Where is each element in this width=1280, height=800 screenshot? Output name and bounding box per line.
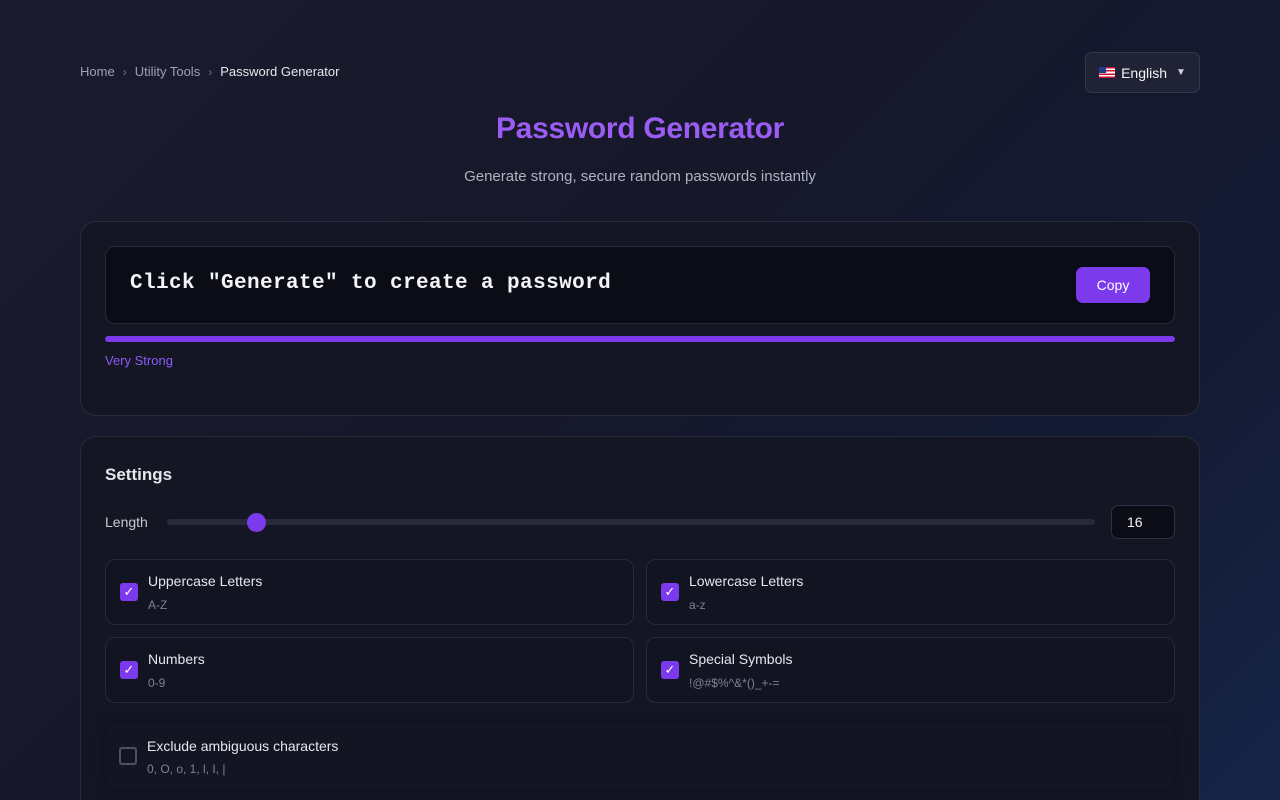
checkbox-checked-icon[interactable]: ✓ xyxy=(120,661,138,679)
length-slider-thumb[interactable] xyxy=(247,513,267,532)
option-label: Special Symbols xyxy=(689,651,793,667)
option-label: Lowercase Letters xyxy=(689,573,804,589)
option-description: A-Z xyxy=(148,598,168,612)
option-description: !@#$%^&*()_+-= xyxy=(689,676,780,690)
option-uppercase[interactable]: ✓ Uppercase Letters A-Z xyxy=(105,559,634,625)
strength-meter xyxy=(105,336,1175,342)
top-bar: Home › Utility Tools › Password Generato… xyxy=(80,52,1200,93)
breadcrumb-current: Password Generator xyxy=(220,64,340,79)
strength-label: Very Strong xyxy=(105,353,173,368)
breadcrumb: Home › Utility Tools › Password Generato… xyxy=(80,64,339,79)
password-display: Click "Generate" to create a password Co… xyxy=(105,246,1175,324)
option-description: 0-9 xyxy=(148,676,166,690)
checkbox-checked-icon[interactable]: ✓ xyxy=(120,583,138,601)
option-label: Uppercase Letters xyxy=(148,573,263,589)
language-label: English xyxy=(1121,64,1167,81)
option-exclude-ambiguous[interactable]: Exclude ambiguous characters 0, O, o, 1,… xyxy=(105,724,1175,788)
password-text[interactable]: Click "Generate" to create a password xyxy=(130,272,611,295)
breadcrumb-home-link[interactable]: Home xyxy=(80,64,115,79)
checkbox-checked-icon[interactable]: ✓ xyxy=(661,661,679,679)
option-label: Exclude ambiguous characters xyxy=(147,738,339,754)
option-description: 0, O, o, 1, l, I, | xyxy=(147,762,226,776)
page-subtitle: Generate strong, secure random passwords… xyxy=(464,168,816,185)
chevron-down-icon: ▼ xyxy=(1176,67,1186,78)
settings-title: Settings xyxy=(105,465,173,484)
length-label: Length xyxy=(105,514,148,530)
option-label: Numbers xyxy=(148,651,205,667)
checkbox-checked-icon[interactable]: ✓ xyxy=(661,583,679,601)
language-selector[interactable]: English ▼ xyxy=(1085,52,1200,93)
breadcrumb-separator-icon: › xyxy=(208,64,213,79)
us-flag-icon xyxy=(1099,67,1116,78)
breadcrumb-category-link[interactable]: Utility Tools xyxy=(135,64,201,79)
length-slider[interactable] xyxy=(167,513,1095,532)
length-input[interactable] xyxy=(1111,505,1175,539)
breadcrumb-separator-icon: › xyxy=(122,64,127,79)
strength-meter-fill xyxy=(105,336,1175,342)
page-title: Password Generator xyxy=(495,112,785,145)
option-lowercase[interactable]: ✓ Lowercase Letters a-z xyxy=(646,559,1175,625)
checkbox-unchecked-icon[interactable] xyxy=(119,747,137,765)
option-description: a-z xyxy=(689,598,706,612)
option-special-symbols[interactable]: ✓ Special Symbols !@#$%^&*()_+-= xyxy=(646,637,1175,703)
page-container: Home › Utility Tools › Password Generato… xyxy=(80,0,1200,800)
settings-card: Settings Length ✓ Uppercase Letters A-Z … xyxy=(80,436,1200,800)
copy-button[interactable]: Copy xyxy=(1076,267,1150,303)
option-numbers[interactable]: ✓ Numbers 0-9 xyxy=(105,637,634,703)
password-output-card: Click "Generate" to create a password Co… xyxy=(80,221,1200,416)
